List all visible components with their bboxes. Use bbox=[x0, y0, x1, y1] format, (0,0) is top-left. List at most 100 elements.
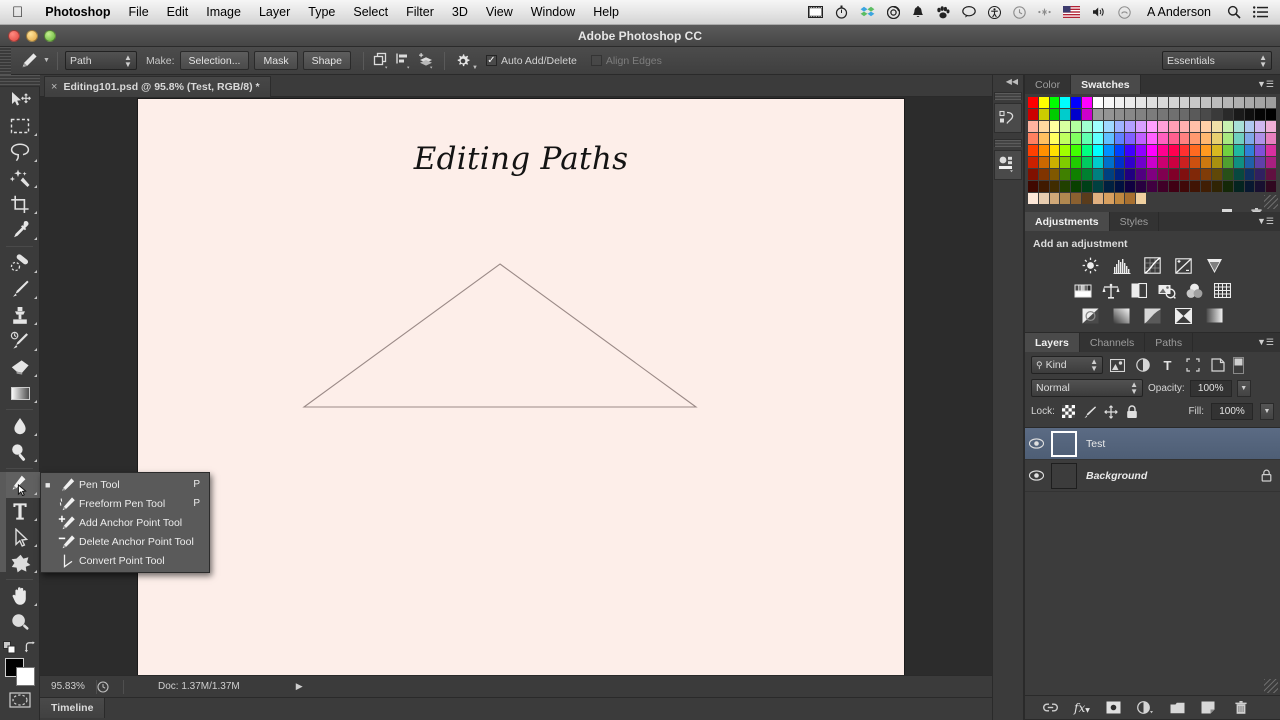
creative-cloud-icon[interactable] bbox=[881, 6, 906, 19]
flyout-delete-anchor-point-tool[interactable]: Delete Anchor Point Tool bbox=[41, 532, 209, 551]
align-edges-checkbox[interactable]: ✓ Align Edges bbox=[591, 55, 662, 67]
user-account-label[interactable]: A Anderson bbox=[1137, 5, 1221, 19]
adj-brightness-contrast[interactable] bbox=[1081, 257, 1100, 274]
color-swatch[interactable] bbox=[1060, 121, 1071, 133]
blend-mode-stepper-icon[interactable]: ▲▼ bbox=[1124, 381, 1138, 395]
color-swatch[interactable] bbox=[1180, 193, 1191, 205]
pen-tool-flyout-menu[interactable]: ■ Pen Tool P Freeform Pen Tool P Add Anc… bbox=[40, 472, 210, 573]
lock-image-pixels-icon[interactable] bbox=[1083, 405, 1097, 419]
color-swatch[interactable] bbox=[1136, 181, 1147, 193]
color-swatch[interactable] bbox=[1147, 97, 1158, 109]
brush-tool[interactable] bbox=[0, 276, 40, 302]
color-swatch[interactable] bbox=[1136, 97, 1147, 109]
color-swatch[interactable] bbox=[1223, 97, 1234, 109]
bluetooth-icon[interactable] bbox=[1032, 6, 1057, 18]
color-swatch[interactable] bbox=[1125, 109, 1136, 121]
new-adjustment-layer-icon[interactable] bbox=[1137, 701, 1154, 714]
color-swatch[interactable] bbox=[1125, 157, 1136, 169]
make-shape-button[interactable]: Shape bbox=[303, 51, 351, 70]
color-swatch[interactable] bbox=[1039, 169, 1050, 181]
color-swatch[interactable] bbox=[1190, 109, 1201, 121]
color-swatch[interactable] bbox=[1255, 133, 1266, 145]
color-swatch[interactable] bbox=[1255, 109, 1266, 121]
history-brush-tool[interactable] bbox=[0, 328, 40, 354]
color-swatch[interactable] bbox=[1190, 181, 1201, 193]
color-swatch[interactable] bbox=[1093, 169, 1104, 181]
color-swatch[interactable] bbox=[1125, 169, 1136, 181]
color-swatch[interactable] bbox=[1234, 145, 1245, 157]
menu-edit[interactable]: Edit bbox=[158, 0, 198, 25]
color-swatch[interactable] bbox=[1180, 121, 1191, 133]
color-swatch[interactable] bbox=[1223, 157, 1234, 169]
adj-hue-saturation[interactable] bbox=[1073, 282, 1092, 299]
color-swatch[interactable] bbox=[1234, 193, 1245, 205]
color-swatch[interactable] bbox=[1060, 157, 1071, 169]
color-swatch[interactable] bbox=[1104, 181, 1115, 193]
tab-swatches[interactable]: Swatches bbox=[1071, 75, 1140, 94]
lasso-tool[interactable] bbox=[0, 139, 40, 165]
eraser-tool[interactable] bbox=[0, 354, 40, 380]
color-swatch[interactable] bbox=[1255, 121, 1266, 133]
filter-smart-objects-icon[interactable] bbox=[1207, 356, 1228, 374]
color-swatch[interactable] bbox=[1147, 193, 1158, 205]
color-swatch[interactable] bbox=[1028, 145, 1039, 157]
volume-icon[interactable] bbox=[1086, 6, 1112, 18]
color-swatch[interactable] bbox=[1082, 157, 1093, 169]
color-swatch[interactable] bbox=[1115, 181, 1126, 193]
menu-image[interactable]: Image bbox=[197, 0, 250, 25]
color-swatch[interactable] bbox=[1060, 169, 1071, 181]
path-operations-icon[interactable] bbox=[371, 50, 393, 72]
adj-threshold[interactable] bbox=[1143, 307, 1162, 324]
color-swatch[interactable] bbox=[1093, 193, 1104, 205]
color-swatch[interactable] bbox=[1071, 193, 1082, 205]
color-swatch[interactable] bbox=[1245, 193, 1256, 205]
lock-transparent-pixels-icon[interactable] bbox=[1062, 405, 1076, 419]
color-swatch[interactable] bbox=[1180, 109, 1191, 121]
color-swatch[interactable] bbox=[1266, 181, 1277, 193]
layer-name[interactable]: Background bbox=[1086, 470, 1261, 482]
layer-styles-icon[interactable]: fx▼ bbox=[1074, 701, 1090, 715]
apple-menu-icon[interactable]:  bbox=[12, 5, 23, 20]
blur-tool[interactable] bbox=[0, 413, 40, 439]
menu-help[interactable]: Help bbox=[584, 0, 628, 25]
color-swatch[interactable] bbox=[1050, 109, 1061, 121]
dodge-tool[interactable] bbox=[0, 439, 40, 465]
color-swatch[interactable] bbox=[1158, 169, 1169, 181]
color-swatch[interactable] bbox=[1180, 145, 1191, 157]
tab-adjustments[interactable]: Adjustments bbox=[1025, 212, 1110, 231]
adj-vibrance[interactable] bbox=[1205, 257, 1224, 274]
default-colors-icon[interactable] bbox=[3, 641, 17, 654]
menu-3d[interactable]: 3D bbox=[443, 0, 477, 25]
clone-stamp-tool[interactable] bbox=[0, 302, 40, 328]
color-swatch[interactable] bbox=[1201, 109, 1212, 121]
color-swatch[interactable] bbox=[1125, 145, 1136, 157]
color-swatch[interactable] bbox=[1136, 133, 1147, 145]
color-swatch[interactable] bbox=[1169, 169, 1180, 181]
tab-layers[interactable]: Layers bbox=[1025, 333, 1080, 352]
color-swatch[interactable] bbox=[1082, 181, 1093, 193]
color-swatch[interactable] bbox=[1115, 97, 1126, 109]
color-swatch[interactable] bbox=[1136, 121, 1147, 133]
color-swatch[interactable] bbox=[1039, 181, 1050, 193]
zoom-window-button[interactable] bbox=[44, 30, 56, 42]
color-swatch[interactable] bbox=[1234, 121, 1245, 133]
adj-invert[interactable] bbox=[1081, 307, 1100, 324]
color-swatch[interactable] bbox=[1266, 97, 1277, 109]
color-swatch[interactable] bbox=[1147, 157, 1158, 169]
panel-menu-icon[interactable]: ▼☰ bbox=[1257, 216, 1274, 227]
color-swatch[interactable] bbox=[1180, 169, 1191, 181]
filter-pixel-layers-icon[interactable] bbox=[1107, 356, 1128, 374]
gradient-tool[interactable] bbox=[0, 380, 40, 406]
adj-photo-filter[interactable] bbox=[1157, 282, 1176, 299]
color-swatch[interactable] bbox=[1190, 121, 1201, 133]
color-swatch[interactable] bbox=[1125, 133, 1136, 145]
quick-mask-toggle[interactable] bbox=[0, 692, 39, 708]
layer-filter-kind-select[interactable]: ⚲ Kind ▲▼ bbox=[1031, 356, 1103, 374]
color-swatch[interactable] bbox=[1201, 97, 1212, 109]
color-swatch[interactable] bbox=[1093, 133, 1104, 145]
color-swatch[interactable] bbox=[1158, 181, 1169, 193]
filter-adjustment-layers-icon[interactable] bbox=[1132, 356, 1153, 374]
color-swatch[interactable] bbox=[1190, 169, 1201, 181]
color-swatch[interactable] bbox=[1028, 109, 1039, 121]
gear-icon[interactable]: ▼ bbox=[452, 50, 474, 72]
